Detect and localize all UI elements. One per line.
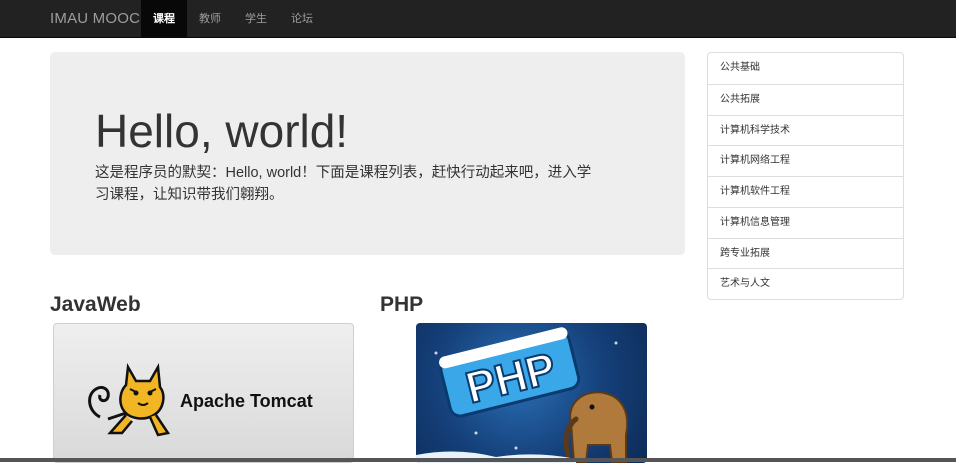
jumbotron-text-line-1: 这是程序员的默契：Hello, world！下面是课程列表，赶快行动起来吧，进入… — [95, 165, 592, 181]
jumbotron-text-line-2: 习课程，让知识带我们翱翔。 — [95, 187, 284, 203]
window-bottom-edge — [0, 458, 956, 462]
nav-item-students[interactable]: 学生 — [233, 0, 279, 38]
category-item-arts-humanities[interactable]: 艺术与人文 — [708, 268, 903, 299]
category-list: 公共基础 公共拓展 计算机科学技术 计算机网络工程 计算机软件工程 计算机信息管… — [707, 52, 904, 300]
course-thumbnail-php[interactable]: PHP — [416, 323, 647, 463]
top-navbar: IMAU MOOC 课程 教师 学生 论坛 — [0, 0, 956, 38]
nav-item-teachers[interactable]: 教师 — [187, 0, 233, 38]
brand-logo[interactable]: IMAU MOOC — [50, 0, 140, 38]
category-item-info-management[interactable]: 计算机信息管理 — [708, 206, 903, 238]
php-elephant-icon: PHP — [416, 327, 629, 463]
course-title-javaweb[interactable]: JavaWeb — [50, 293, 141, 317]
jumbotron: Hello, world! 这是程序员的默契：Hello, world！下面是课… — [50, 52, 685, 255]
category-item-public-basic[interactable]: 公共基础 — [708, 53, 903, 84]
category-item-cs[interactable]: 计算机科学技术 — [708, 114, 903, 146]
category-item-cross-discipline[interactable]: 跨专业拓展 — [708, 237, 903, 269]
category-item-network[interactable]: 计算机网络工程 — [708, 145, 903, 176]
tomcat-label: Apache Tomcat — [180, 391, 313, 411]
course-thumbnail-javaweb[interactable]: Apache Tomcat — [53, 323, 354, 463]
nav-item-courses[interactable]: 课程 — [141, 0, 187, 38]
course-title-php[interactable]: PHP — [380, 293, 423, 317]
category-item-software[interactable]: 计算机软件工程 — [708, 176, 903, 207]
main-nav: 课程 教师 学生 论坛 — [141, 0, 325, 38]
category-item-public-extension[interactable]: 公共拓展 — [708, 83, 903, 115]
jumbotron-title: Hello, world! — [95, 105, 349, 157]
tomcat-logo-icon — [88, 362, 171, 437]
nav-item-forum[interactable]: 论坛 — [279, 0, 325, 38]
